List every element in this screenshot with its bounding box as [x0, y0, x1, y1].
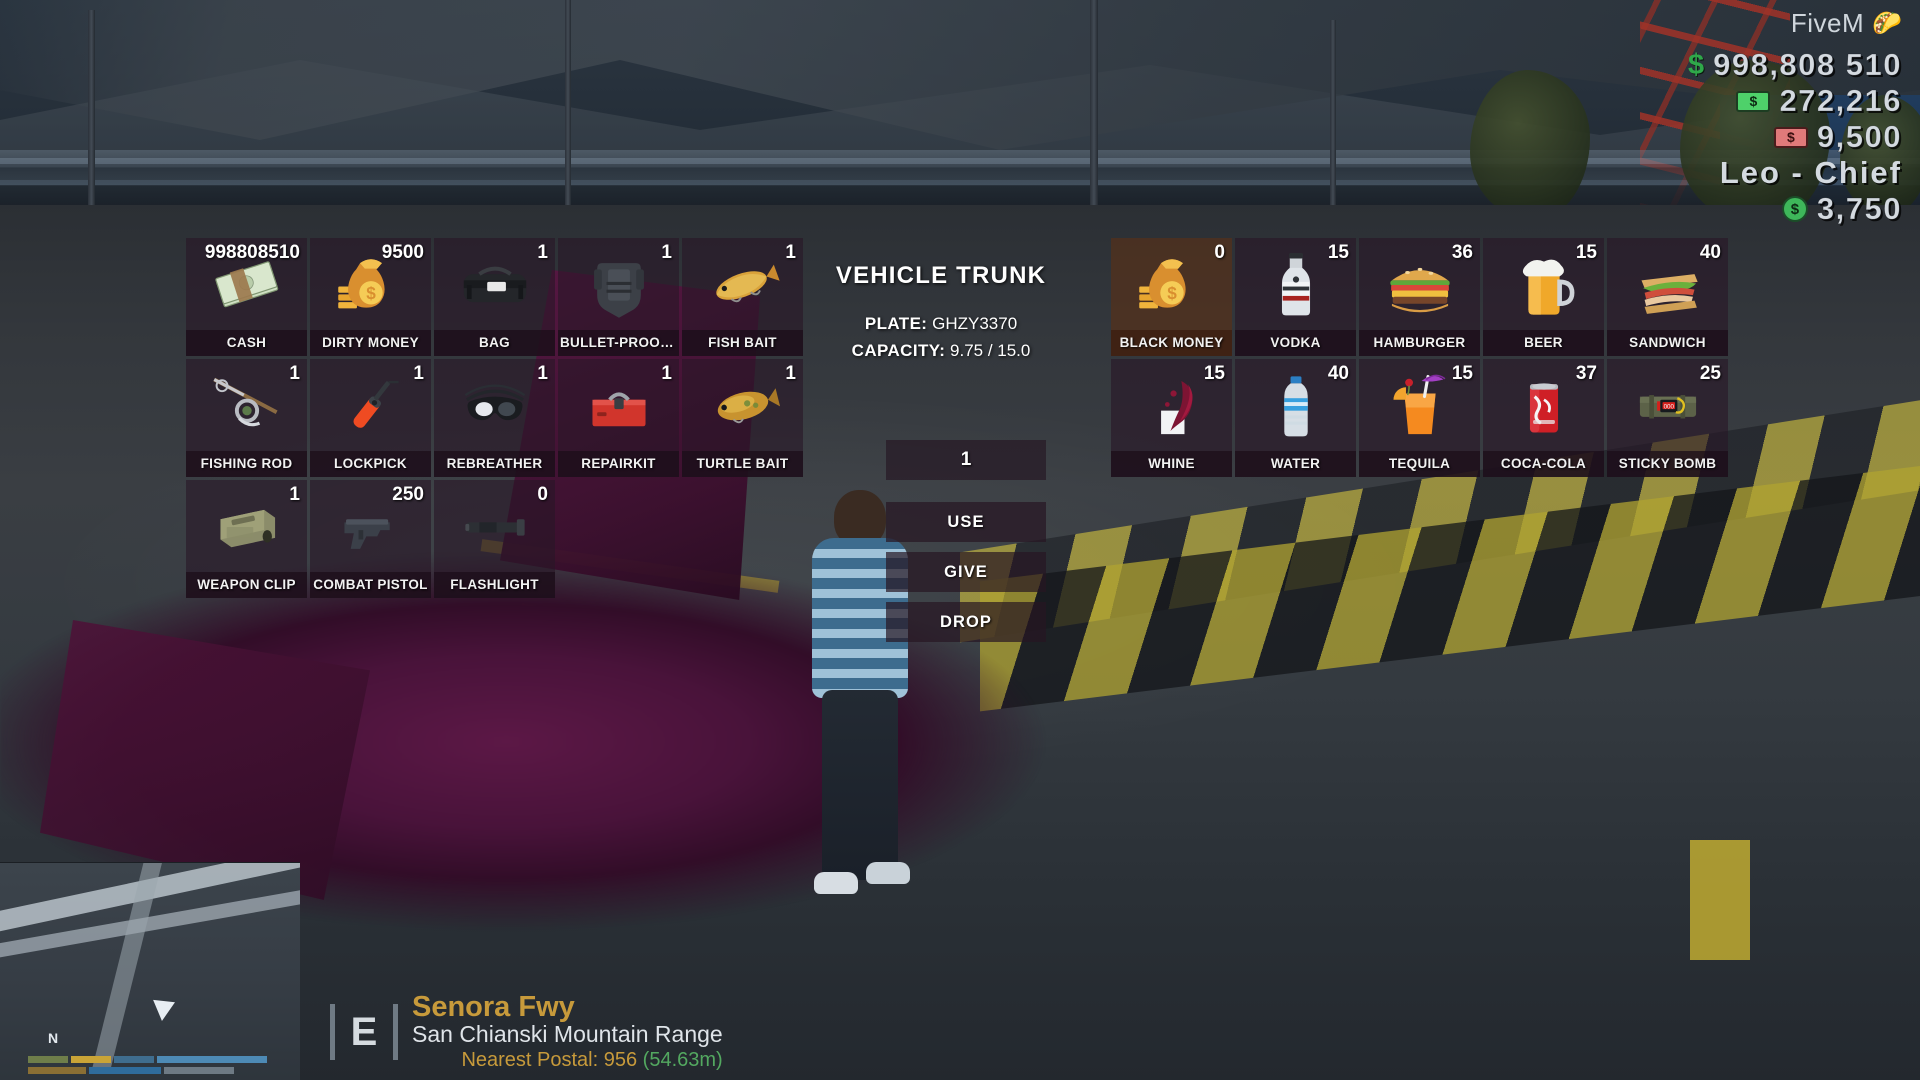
inventory-slot[interactable]: 1 TURTLE BAIT [682, 359, 803, 477]
inventory-slot[interactable]: 40 SANDWICH [1607, 238, 1728, 356]
inventory-slot[interactable]: 0 FLASHLIGHT [434, 480, 555, 598]
capacity-label: CAPACITY: [851, 341, 946, 360]
slot-count: 36 [1451, 242, 1473, 263]
inventory-slot[interactable]: 1 BULLET-PROOF VEST [558, 238, 679, 356]
give-button[interactable]: GIVE [886, 552, 1046, 592]
svg-text:$: $ [366, 283, 376, 303]
inventory-slot[interactable]: 000 25 STICKY BOMB [1607, 359, 1728, 477]
slot-label: BULLET-PROOF VEST [558, 330, 679, 356]
slot-label: VODKA [1235, 330, 1356, 356]
slot-count: 37 [1575, 363, 1597, 384]
slot-count: 1 [537, 242, 548, 263]
slot-label: WHINE [1111, 451, 1232, 477]
slot-count: 15 [1575, 242, 1597, 263]
slot-count: 40 [1699, 242, 1721, 263]
inventory-slot[interactable]: 15 TEQUILA [1359, 359, 1480, 477]
slot-count: 1 [661, 242, 672, 263]
container-info-panel: VEHICLE TRUNK PLATE: GHZY3370 CAPACITY: … [786, 262, 1096, 368]
slot-label: LOCKPICK [310, 451, 431, 477]
inventory-slot[interactable]: 998808510 CASH [186, 238, 307, 356]
inventory-overlay: 998808510 CASH $9500 DIRTY MONEY 1 BAG 1 BULLET… [0, 0, 1920, 1080]
slot-label: BEER [1483, 330, 1604, 356]
slot-count: 15 [1327, 242, 1349, 263]
inventory-slot[interactable]: 15 WHINE [1111, 359, 1232, 477]
slot-label: TURTLE BAIT [682, 451, 803, 477]
drop-button[interactable]: DROP [886, 602, 1046, 642]
inventory-slot[interactable]: 1 FISHING ROD [186, 359, 307, 477]
slot-label: WATER [1235, 451, 1356, 477]
container-title: VEHICLE TRUNK [835, 262, 1047, 289]
slot-label: SANDWICH [1607, 330, 1728, 356]
slot-label: DIRTY MONEY [310, 330, 431, 356]
inventory-slot[interactable]: 15 VODKA [1235, 238, 1356, 356]
slot-count: 0 [1214, 242, 1225, 263]
slot-count: 1 [289, 363, 300, 384]
slot-count: 1 [785, 242, 796, 263]
slot-label: FLASHLIGHT [434, 572, 555, 598]
svg-text:$: $ [1167, 283, 1177, 303]
slot-count: 1 [785, 363, 796, 384]
inventory-slot[interactable]: 15 BEER [1483, 238, 1604, 356]
slot-label: BAG [434, 330, 555, 356]
inventory-slot[interactable]: 1 REPAIRKIT [558, 359, 679, 477]
capacity-row: CAPACITY: 9.75 / 15.0 [786, 341, 1096, 361]
trunk-inventory-grid: $0 BLACK MONEY 15 VODKA 36 HAMBURGER 15 BEER 40 S… [1111, 238, 1728, 477]
inventory-slot[interactable]: 1 REBREATHER [434, 359, 555, 477]
slot-label: COCA-COLA [1483, 451, 1604, 477]
quantity-input[interactable]: 1 [886, 440, 1046, 480]
plate-value: GHZY3370 [932, 314, 1018, 333]
inventory-slot[interactable]: 1 FISH BAIT [682, 238, 803, 356]
slot-count: 998808510 [204, 242, 300, 263]
slot-label: STICKY BOMB [1607, 451, 1728, 477]
slot-count: 1 [661, 363, 672, 384]
slot-count: 1 [537, 363, 548, 384]
slot-count: 15 [1451, 363, 1473, 384]
inventory-slot[interactable]: 1 LOCKPICK [310, 359, 431, 477]
slot-label: BLACK MONEY [1111, 330, 1232, 356]
slot-count: 25 [1699, 363, 1721, 384]
slot-count: 250 [392, 484, 424, 505]
slot-label: FISH BAIT [682, 330, 803, 356]
slot-count: 15 [1203, 363, 1225, 384]
slot-label: COMBAT PISTOL [310, 572, 431, 598]
slot-label: FISHING ROD [186, 451, 307, 477]
inventory-slot[interactable]: 36 HAMBURGER [1359, 238, 1480, 356]
player-inventory-grid: 998808510 CASH $9500 DIRTY MONEY 1 BAG 1 BULLET… [186, 238, 803, 598]
inventory-actions: 1 USE GIVE DROP [886, 440, 1046, 652]
slot-label: TEQUILA [1359, 451, 1480, 477]
use-button[interactable]: USE [886, 502, 1046, 542]
slot-label: WEAPON CLIP [186, 572, 307, 598]
plate-row: PLATE: GHZY3370 [786, 314, 1096, 334]
inventory-slot[interactable]: $9500 DIRTY MONEY [310, 238, 431, 356]
inventory-slot[interactable]: 1 WEAPON CLIP [186, 480, 307, 598]
slot-label: CASH [186, 330, 307, 356]
svg-text:000: 000 [1663, 403, 1674, 410]
slot-count: 0 [537, 484, 548, 505]
slot-count: 1 [289, 484, 300, 505]
slot-count: 9500 [381, 242, 424, 263]
inventory-slot[interactable]: 37 COCA-COLA [1483, 359, 1604, 477]
slot-count: 1 [413, 363, 424, 384]
slot-label: HAMBURGER [1359, 330, 1480, 356]
inventory-slot[interactable]: 40 WATER [1235, 359, 1356, 477]
slot-label: REPAIRKIT [558, 451, 679, 477]
slot-label: REBREATHER [434, 451, 555, 477]
inventory-slot[interactable]: $0 BLACK MONEY [1111, 238, 1232, 356]
inventory-slot[interactable]: 1 BAG [434, 238, 555, 356]
capacity-value: 9.75 / 15.0 [950, 341, 1031, 360]
plate-label: PLATE: [864, 314, 928, 333]
inventory-slot[interactable]: 250 COMBAT PISTOL [310, 480, 431, 598]
slot-count: 40 [1327, 363, 1349, 384]
